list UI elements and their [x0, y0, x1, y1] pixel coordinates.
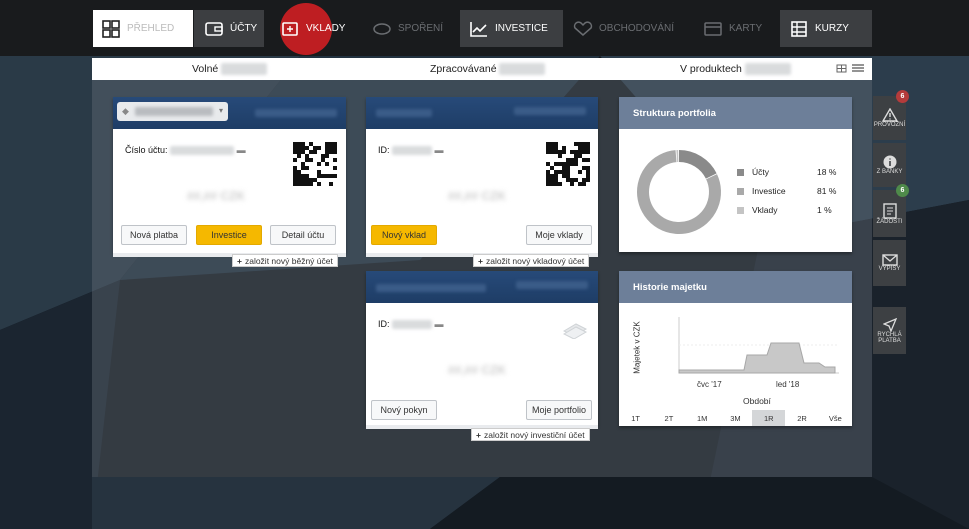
sidebar-provozni[interactable]: PROVOZNÍ 6 [873, 90, 909, 140]
diamond-icon: ◆ [122, 106, 129, 116]
table-icon [789, 19, 809, 39]
history-ylabel: Majetek v CZK [632, 321, 642, 374]
envelope-icon [881, 254, 898, 266]
xtick-cvc17: čvc '17 [697, 380, 722, 389]
nav-label: OBCHODOVÁNÍ [599, 23, 675, 34]
sidebar-label: VÝPISY [878, 266, 901, 272]
nav-label: KURZY [815, 23, 849, 34]
zadosti-badge: 6 [896, 184, 909, 197]
sidebar-label: RYCHLÁ PLATBA [877, 331, 902, 344]
sidebar-z-banky[interactable]: Z BANKY [873, 143, 906, 187]
money-stack-icon [562, 323, 588, 339]
nav-obchodovani[interactable]: OBCHODOVÁNÍ [573, 10, 675, 47]
account-number: Číslo účtu: ▬ [125, 145, 246, 156]
nav-prehled[interactable]: PŘEHLED [93, 10, 193, 47]
new-deposit-button[interactable]: Nový vklad [371, 225, 437, 245]
deposit-icon [280, 19, 300, 39]
invest-button[interactable]: Investice [196, 225, 262, 245]
handshake-icon [573, 19, 593, 39]
nav-karty[interactable]: KARTY [703, 10, 773, 47]
chevron-down-icon: ▾ [218, 106, 223, 115]
chart-line-icon [469, 19, 489, 39]
account-detail-button[interactable]: Detail účtu [270, 225, 336, 245]
stat-volne: Volné [192, 63, 268, 76]
piggy-bank-icon [372, 19, 392, 39]
copy-icon[interactable]: ▬ [435, 145, 444, 155]
my-portfolio-button[interactable]: Moje portfolio [526, 400, 592, 420]
deposit-card-header [366, 97, 598, 129]
nav-investice[interactable]: INVESTICE [460, 10, 563, 47]
history-area-chart [678, 317, 839, 374]
view-toggle-icon[interactable] [836, 64, 866, 74]
history-xlabel: Období [743, 396, 771, 406]
info-icon [883, 155, 896, 169]
nav-sporeni[interactable]: SPOŘENÍ [372, 10, 452, 47]
investment-balance: ##,## CZK [448, 363, 507, 377]
sidebar-rychla-platba[interactable]: RYCHLÁ PLATBA [873, 307, 906, 354]
new-order-button[interactable]: Nový pokyn [371, 400, 437, 420]
range-Vše[interactable]: Vše [819, 410, 852, 426]
range-1M[interactable]: 1M [686, 410, 719, 426]
copy-icon[interactable]: ▬ [435, 319, 444, 329]
investment-card: ID: ▬ ##,## CZK Nový pokyn Moje portfoli… [366, 271, 598, 429]
nav-ucty[interactable]: ÚČTY [194, 10, 264, 47]
nav-label: INVESTICE [495, 23, 548, 34]
account-select[interactable]: ◆ ▾ [117, 102, 228, 121]
investment-id: ID: ▬ [378, 319, 444, 330]
legend-investice: Investice 81 % [737, 186, 836, 196]
sidebar-label: ŽÁDOSTI [876, 218, 903, 225]
portfolio-structure-card: Struktura portfolia Účty 18 % Investice 81… [619, 97, 852, 252]
copy-icon[interactable]: ▬ [237, 145, 246, 155]
balance-stats-bar: Volné Zpracovávané V produktech [92, 58, 872, 80]
nav-label: VKLADY [306, 23, 346, 34]
account-card-header: ◆ ▾ [113, 97, 346, 129]
card-icon [703, 19, 723, 39]
document-icon [882, 202, 897, 219]
range-2R[interactable]: 2R [785, 410, 818, 426]
stat-v-produktech: V produktech [680, 63, 791, 76]
xtick-led18: led '18 [776, 380, 800, 389]
deposit-id: ID: ▬ [378, 145, 444, 156]
add-investment-account-link[interactable]: + založit nový investiční účet [471, 428, 590, 441]
add-current-account-link[interactable]: + založit nový běžný účet [232, 254, 338, 267]
top-nav: PŘEHLED ÚČTY VKLADY SPOŘENÍ INVESTICE OB… [0, 0, 969, 56]
stat-zpracovavane: Zpracovávané [430, 63, 546, 76]
range-1R[interactable]: 1R [752, 410, 786, 426]
warning-icon [881, 108, 898, 122]
nav-label: PŘEHLED [127, 23, 175, 34]
qr-code [293, 142, 337, 186]
new-payment-button[interactable]: Nová platba [121, 225, 187, 245]
deposit-balance: ##,## CZK [448, 189, 507, 203]
nav-vklady[interactable]: VKLADY [280, 10, 350, 47]
range-2T[interactable]: 2T [652, 410, 685, 426]
add-deposit-account-link[interactable]: + založit nový vkladový účet [473, 254, 590, 267]
nav-label: KARTY [729, 23, 763, 34]
sidebar-vypisy[interactable]: VÝPISY [873, 240, 906, 286]
range-1T[interactable]: 1T [619, 410, 652, 426]
legend-vklady: Vklady 1 % [737, 205, 832, 215]
grid-icon [101, 19, 121, 39]
provozni-badge: 6 [896, 90, 909, 103]
nav-kurzy[interactable]: KURZY [780, 10, 872, 47]
nav-label: ÚČTY [230, 23, 258, 34]
nav-label: SPOŘENÍ [398, 23, 444, 34]
send-icon [882, 317, 897, 332]
asset-history-card: Historie majetku Majetek v CZK čvc '17 l… [619, 271, 852, 426]
donut-slice-0 [678, 150, 717, 180]
qr-code [546, 142, 590, 186]
account-balance: ##,## CZK [187, 189, 246, 203]
legend-ucty: Účty 18 % [737, 167, 836, 177]
history-title: Historie majetku [619, 271, 852, 303]
my-deposits-button[interactable]: Moje vklady [526, 225, 592, 245]
deposit-card: ID: ▬ ##,## CZK Nový vklad Moje vklady [366, 97, 598, 257]
sidebar-label: Z BANKY [876, 169, 903, 175]
portfolio-donut-chart [637, 150, 721, 234]
sidebar-zadosti[interactable]: ŽÁDOSTI 6 [873, 184, 909, 237]
range-3M[interactable]: 3M [719, 410, 752, 426]
wallet-icon [204, 19, 224, 39]
portfolio-title: Struktura portfolia [619, 97, 852, 129]
sidebar-label: PROVOZNÍ [873, 122, 906, 128]
investment-card-header [366, 271, 598, 303]
account-card: ◆ ▾ Číslo účtu: ▬ ##,## CZK Nová platba … [113, 97, 346, 257]
